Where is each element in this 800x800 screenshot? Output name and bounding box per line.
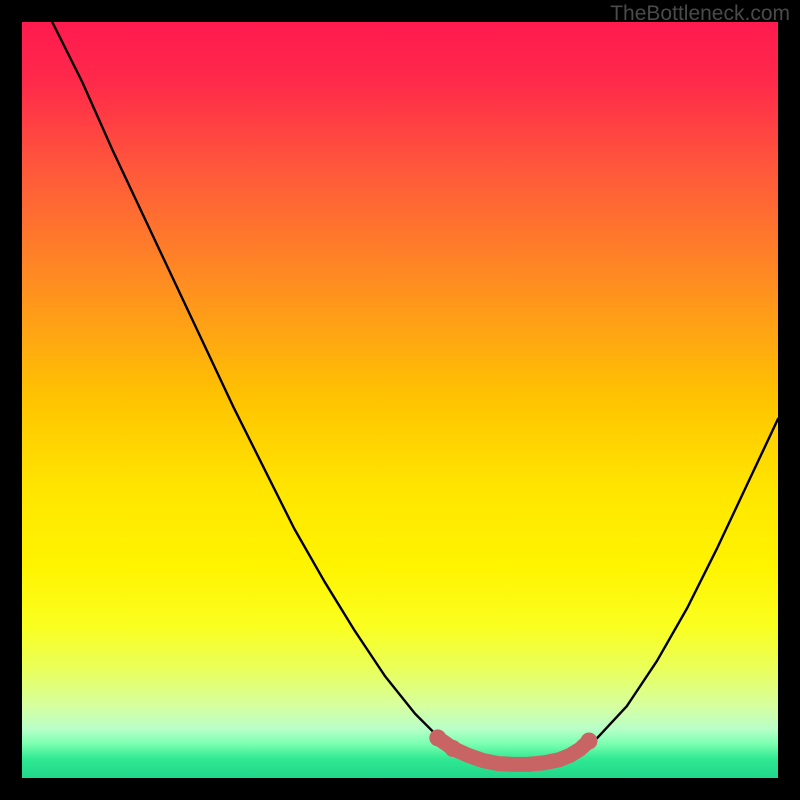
chart-svg [22, 22, 778, 778]
plot-area [22, 22, 778, 778]
gradient-background [22, 22, 778, 778]
marker-dot [429, 729, 446, 746]
marker-dot [444, 740, 461, 757]
marker-dot [581, 732, 598, 749]
outer-frame: TheBottleneck.com [0, 0, 800, 800]
